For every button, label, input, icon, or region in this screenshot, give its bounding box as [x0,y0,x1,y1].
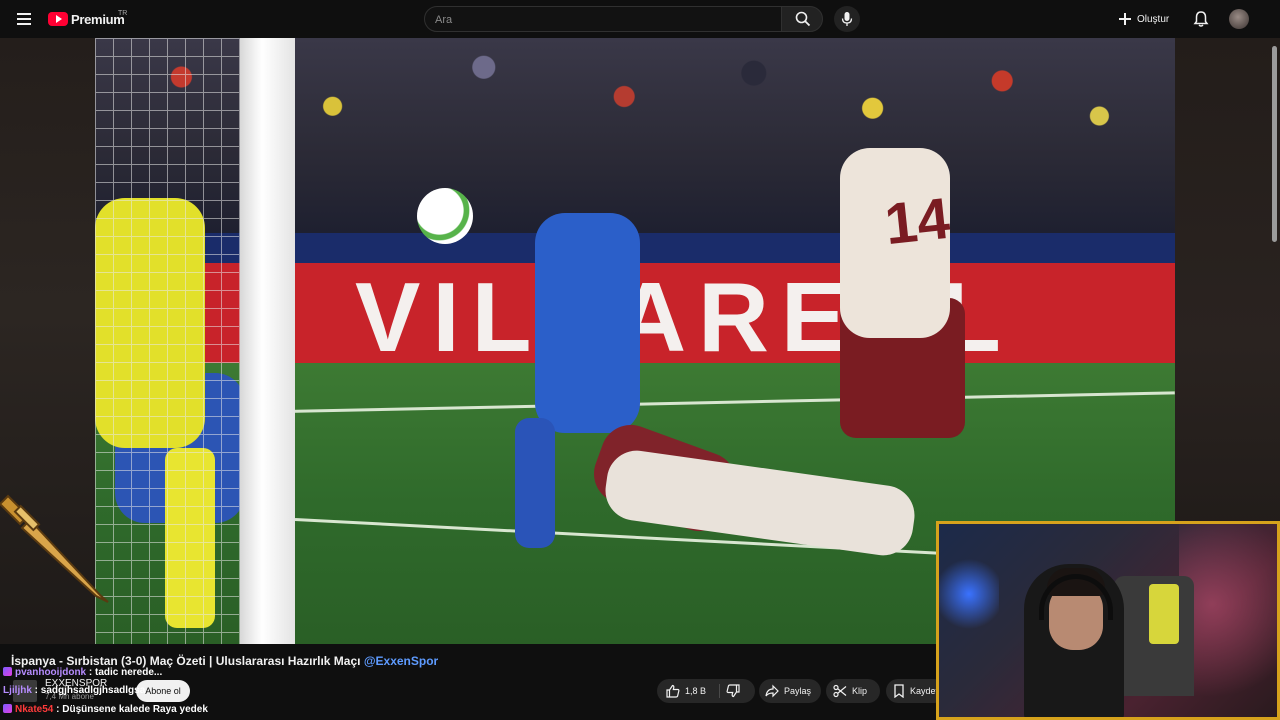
like-count: 1,8 B [685,686,707,696]
gaming-chair-accent [1149,584,1179,644]
search-button[interactable] [781,6,823,32]
menu-icon[interactable] [14,9,36,29]
football [417,188,473,244]
goal-net [95,38,245,644]
chat-text: : tadic nerede... [86,667,163,678]
youtube-play-icon [48,12,68,26]
save-label: Kaydet [910,686,939,696]
streamer-webcam [936,521,1280,720]
chat-message: pvanhooijdonk : tadic nerede... [3,667,162,678]
youtube-watch-page: Premium TR Oluştur [0,0,1280,720]
country-code: TR [118,10,128,17]
goal-post [240,38,295,644]
voice-search-button[interactable] [834,6,860,32]
dislike-button[interactable] [723,684,747,698]
page-scrollbar[interactable] [1272,46,1277,242]
share-button[interactable]: Paylaş [759,679,821,703]
chat-username: pvanhooijdonk [15,667,87,678]
chat-message: Ljiljhk : sadgjhsadlgjhsadlgsa [3,685,145,696]
clip-label: Klip [852,686,868,696]
plus-icon [1118,12,1132,26]
pill-divider [719,684,720,698]
thumbs-down-icon [726,684,740,698]
bookmark-icon [894,684,904,698]
chat-username: Ljiljhk [3,685,32,696]
thumbs-up-icon [666,684,680,698]
share-icon [765,684,779,698]
share-label: Paylaş [784,686,812,696]
top-bar: Premium TR Oluştur [0,0,1280,38]
search-box [424,6,782,32]
search-icon [795,11,811,27]
account-avatar[interactable] [1229,9,1249,29]
player-legs [515,418,555,548]
microphone-icon [841,12,853,26]
channel-mention-link[interactable]: @ExxenSpor [364,654,438,668]
video-title: İspanya - Sırbistan (3-0) Maç Özeti | Ul… [11,654,438,668]
search-input[interactable] [435,12,765,28]
player-figure [535,213,640,433]
create-button[interactable]: Oluştur [1118,8,1169,30]
shirt-number: 14 [881,185,953,258]
chat-text: : Düşünsene kalede Raya yedek [53,704,208,715]
webcam-light [1179,524,1277,717]
webcam-light [939,554,999,634]
notifications-bell-icon[interactable] [1192,10,1210,28]
chat-message: Nkate54 : Düşünsene kalede Raya yedek [3,704,208,715]
youtube-logo[interactable]: Premium [48,9,125,29]
like-button[interactable]: 1,8 B [657,679,719,703]
subscriber-badge-icon [3,704,12,713]
create-label: Oluştur [1137,13,1170,25]
scissors-icon [833,684,847,698]
chat-text: : sadgjhsadlgjhsadlgsa [31,685,146,696]
chat-username: Nkate54 [15,704,54,715]
logo-text: Premium [71,11,125,27]
video-title-text: İspanya - Sırbistan (3-0) Maç Özeti | Ul… [11,654,361,668]
like-dislike-group: 1,8 B [657,679,755,703]
clip-button[interactable]: Klip [826,679,880,703]
sword-icon [0,494,109,603]
subscriber-badge-icon [3,667,12,676]
